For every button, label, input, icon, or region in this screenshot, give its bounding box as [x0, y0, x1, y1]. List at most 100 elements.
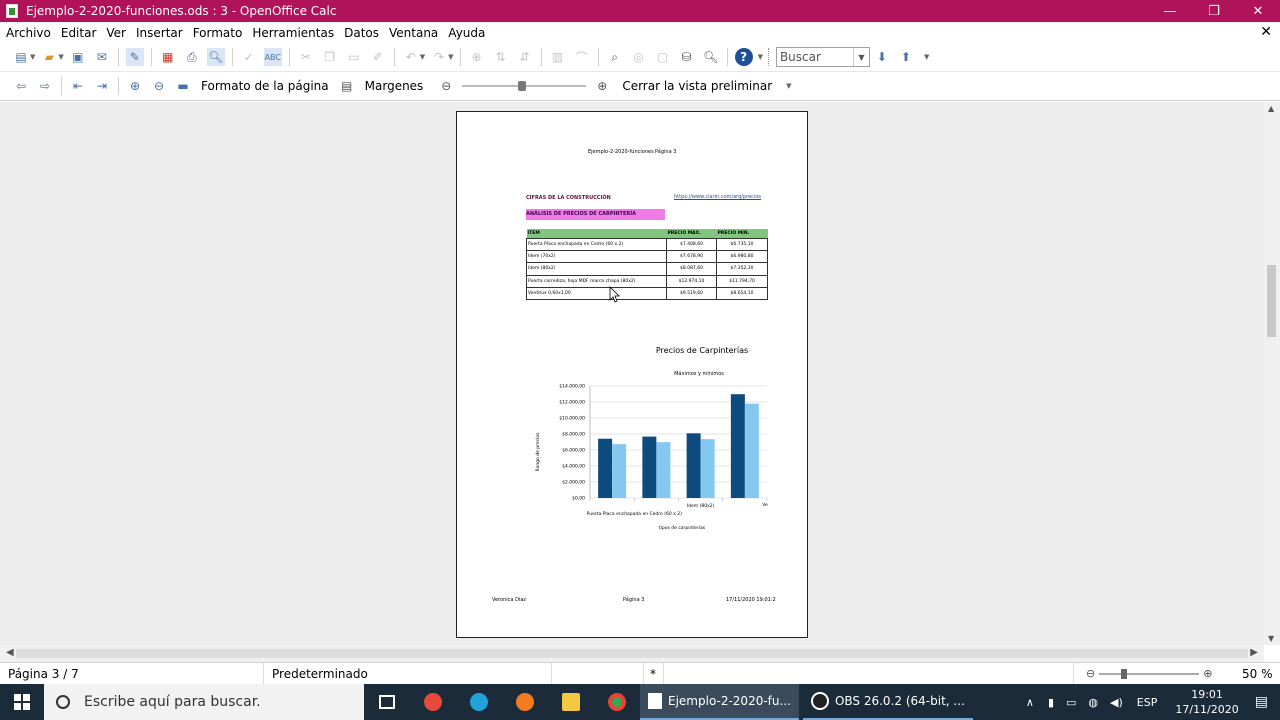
navigator-icon[interactable]: ◎: [630, 48, 648, 66]
menu-herramientas[interactable]: Herramientas: [247, 26, 339, 40]
status-zoom-plus-icon[interactable]: ⊕: [1203, 667, 1212, 680]
scroll-up-icon[interactable]: ▲: [1268, 104, 1274, 113]
open-dropdown-icon[interactable]: ▼: [58, 53, 63, 61]
preview-toolbar-options-icon[interactable]: ▼: [786, 82, 791, 90]
firefox-icon[interactable]: [502, 684, 548, 720]
scroll-left-icon[interactable]: ◀: [6, 647, 14, 658]
taskbar-search-box[interactable]: Escribe aquí para buscar.: [44, 684, 364, 720]
menu-datos[interactable]: Datos: [339, 26, 384, 40]
chrome-icon[interactable]: [594, 684, 640, 720]
network-icon[interactable]: ◍: [1088, 696, 1098, 709]
menu-ver[interactable]: Ver: [101, 26, 131, 40]
save-icon[interactable]: ▣: [69, 48, 87, 66]
redo-dropdown-icon[interactable]: ▼: [448, 53, 453, 61]
zoom-plus-icon[interactable]: ⊕: [593, 77, 611, 95]
last-page-icon[interactable]: ⇥: [93, 77, 111, 95]
zoom-slider-knob[interactable]: [518, 81, 527, 91]
file-explorer-icon[interactable]: [548, 684, 594, 720]
volume-icon[interactable]: ◀︎): [1110, 696, 1123, 709]
menu-ayuda[interactable]: Ayuda: [443, 26, 490, 40]
draw-functions-icon[interactable]: ⌒: [573, 48, 591, 66]
zoom-minus-icon[interactable]: ⊖: [437, 77, 455, 95]
full-screen-icon[interactable]: ▬: [174, 77, 192, 95]
sort-ascending-icon[interactable]: ⇅: [492, 48, 510, 66]
cut-icon[interactable]: ✂: [297, 48, 315, 66]
horizontal-scroll-thumb[interactable]: [16, 649, 1248, 658]
redo-icon[interactable]: ↷: [430, 48, 448, 66]
menu-insertar[interactable]: Insertar: [131, 26, 188, 40]
undo-dropdown-icon[interactable]: ▼: [420, 53, 425, 61]
zoom-icon[interactable]: 🔍︎: [702, 48, 720, 66]
next-page-icon[interactable]: ⇨: [36, 77, 54, 95]
find-next-icon[interactable]: ⬇: [873, 48, 891, 66]
tray-expand-icon[interactable]: ∧: [1026, 696, 1034, 709]
page-style[interactable]: Predeterminado: [264, 662, 552, 685]
app-webex-icon[interactable]: [456, 684, 502, 720]
status-zoom-minus-icon[interactable]: ⊖: [1086, 667, 1095, 680]
new-document-icon[interactable]: ▤: [12, 48, 30, 66]
first-page-icon[interactable]: ⇤: [69, 77, 87, 95]
help-icon[interactable]: ?: [734, 48, 753, 66]
app-mail-icon[interactable]: [410, 684, 456, 720]
close-preview-button[interactable]: Cerrar la vista preliminar: [622, 79, 772, 93]
new-dropdown-icon[interactable]: ▼: [30, 53, 35, 61]
zoom-in-icon[interactable]: ⊕: [126, 77, 144, 95]
status-zoom-slider[interactable]: ⊖ ⊕: [1074, 663, 1234, 685]
minimize-button[interactable]: —: [1148, 0, 1192, 22]
page-format-button[interactable]: Formato de la página: [201, 79, 329, 93]
search-field[interactable]: Buscar ▼: [775, 47, 870, 67]
find-replace-icon[interactable]: ⌕: [606, 48, 624, 66]
edit-file-icon[interactable]: ✎: [125, 48, 144, 66]
status-zoom-track[interactable]: [1099, 668, 1200, 679]
page-preview-icon[interactable]: 🔍︎: [206, 48, 225, 66]
toolbar-handle[interactable]: [767, 48, 772, 66]
data-sources-icon[interactable]: ⛁: [678, 48, 696, 66]
export-pdf-icon[interactable]: ▦: [159, 48, 177, 66]
find-toolbar-options-icon[interactable]: ▼: [924, 53, 929, 61]
chart-icon[interactable]: ▥: [549, 48, 567, 66]
sort-descending-icon[interactable]: ⇵: [516, 48, 534, 66]
windows-start-icon[interactable]: [0, 684, 44, 720]
task-view-icon[interactable]: [364, 684, 410, 720]
undo-icon[interactable]: ↶: [402, 48, 420, 66]
notifications-icon[interactable]: ▤: [1255, 694, 1268, 710]
scroll-down-icon[interactable]: ▼: [1268, 634, 1274, 643]
toolbar-options-icon[interactable]: ▼: [758, 53, 763, 61]
zoom-out-icon[interactable]: ⊖: [150, 77, 168, 95]
status-zoom-knob[interactable]: [1121, 668, 1128, 679]
taskbar-obs-task[interactable]: OBS 26.0.2 (64-bit, ...: [802, 684, 973, 720]
gallery-icon[interactable]: ▢: [654, 48, 672, 66]
menu-formato[interactable]: Formato: [188, 26, 248, 40]
margins-icon[interactable]: ▤: [338, 77, 356, 95]
close-button[interactable]: ✕: [1236, 0, 1280, 22]
open-folder-icon[interactable]: ▰: [40, 48, 58, 66]
search-dropdown-icon[interactable]: ▼: [852, 48, 869, 66]
email-icon[interactable]: ✉: [93, 48, 111, 66]
autospellcheck-icon[interactable]: ABC: [263, 48, 282, 66]
menu-editar[interactable]: Editar: [56, 26, 102, 40]
taskbar-clock[interactable]: 19:01 17/11/2020: [1175, 687, 1238, 717]
paste-icon[interactable]: ▭: [345, 48, 363, 66]
taskbar-openoffice-task[interactable]: Ejemplo-2-2020-fu...: [640, 684, 799, 720]
clone-format-icon[interactable]: ✐: [369, 48, 387, 66]
restore-button[interactable]: ❐: [1192, 0, 1236, 22]
margins-button[interactable]: Margenes: [365, 79, 424, 93]
vertical-scrollbar[interactable]: ▲ ▼: [1264, 102, 1280, 645]
zoom-slider[interactable]: [462, 81, 587, 91]
horizontal-scrollbar[interactable]: ◀ ▶: [0, 645, 1264, 662]
menu-archivo[interactable]: Archivo: [0, 26, 56, 40]
find-previous-icon[interactable]: ⬆: [897, 48, 915, 66]
previous-page-icon[interactable]: ⇦: [12, 77, 30, 95]
scroll-right-icon[interactable]: ▶: [1250, 647, 1258, 658]
vertical-scroll-thumb[interactable]: [1267, 265, 1276, 337]
spellcheck-icon[interactable]: ✓: [240, 48, 258, 66]
print-icon[interactable]: ⎙: [183, 48, 201, 66]
language-indicator[interactable]: ESP: [1137, 696, 1158, 709]
hyperlink-icon[interactable]: ⊕: [468, 48, 486, 66]
zoom-percent[interactable]: 50 %: [1234, 663, 1273, 685]
battery-icon[interactable]: ▭: [1066, 696, 1076, 709]
copy-icon[interactable]: ❐: [321, 48, 339, 66]
close-document-icon[interactable]: ✕: [1260, 24, 1272, 40]
menu-ventana[interactable]: Ventana: [384, 26, 443, 40]
microphone-icon[interactable]: ▮: [1048, 696, 1054, 709]
